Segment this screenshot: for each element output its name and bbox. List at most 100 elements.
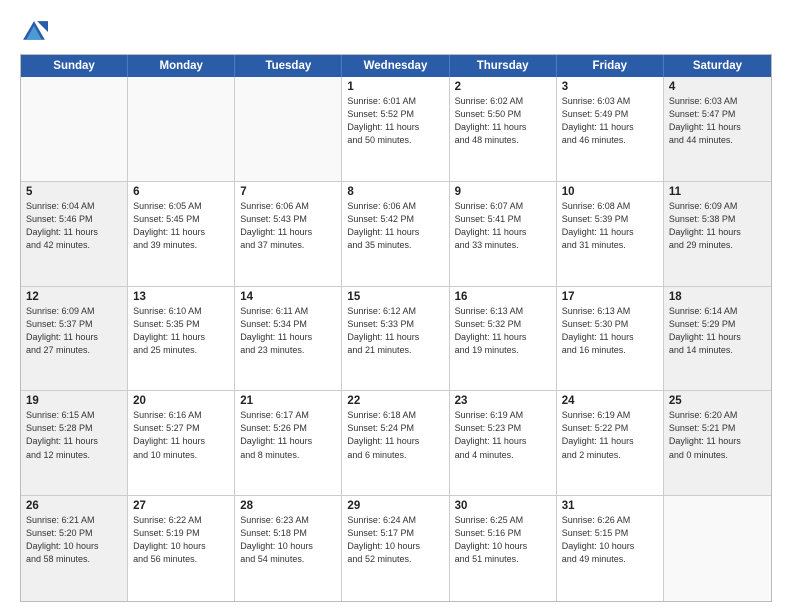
day-info: Sunrise: 6:04 AMSunset: 5:46 PMDaylight:… — [26, 200, 122, 252]
day-number: 13 — [133, 291, 229, 303]
cal-cell-17: 17 Sunrise: 6:13 AMSunset: 5:30 PMDayligh… — [557, 287, 664, 391]
day-info: Sunrise: 6:07 AMSunset: 5:41 PMDaylight:… — [455, 200, 551, 252]
cal-cell-16: 16 Sunrise: 6:13 AMSunset: 5:32 PMDayligh… — [450, 287, 557, 391]
day-info: Sunrise: 6:18 AMSunset: 5:24 PMDaylight:… — [347, 409, 443, 461]
cal-cell-14: 14 Sunrise: 6:11 AMSunset: 5:34 PMDayligh… — [235, 287, 342, 391]
day-info: Sunrise: 6:23 AMSunset: 5:18 PMDaylight:… — [240, 514, 336, 566]
day-number: 29 — [347, 500, 443, 512]
day-info: Sunrise: 6:02 AMSunset: 5:50 PMDaylight:… — [455, 95, 551, 147]
cal-cell-2: 2 Sunrise: 6:02 AMSunset: 5:50 PMDaylight… — [450, 77, 557, 181]
weekday-header-monday: Monday — [128, 55, 235, 77]
calendar-body: 1 Sunrise: 6:01 AMSunset: 5:52 PMDaylight… — [21, 77, 771, 601]
day-info: Sunrise: 6:01 AMSunset: 5:52 PMDaylight:… — [347, 95, 443, 147]
day-number: 31 — [562, 500, 658, 512]
week-row-5: 26 Sunrise: 6:21 AMSunset: 5:20 PMDayligh… — [21, 496, 771, 601]
day-number: 25 — [669, 395, 766, 407]
cal-cell-4: 4 Sunrise: 6:03 AMSunset: 5:47 PMDaylight… — [664, 77, 771, 181]
week-row-4: 19Sunrise: 6:15 AMSunset: 5:28 PMDayligh… — [21, 391, 771, 496]
day-number: 19 — [26, 395, 122, 407]
day-number: 14 — [240, 291, 336, 303]
day-info: Sunrise: 6:09 AMSunset: 5:37 PMDaylight:… — [26, 305, 122, 357]
day-info: Sunrise: 6:20 AMSunset: 5:21 PMDaylight:… — [669, 409, 766, 461]
day-info: Sunrise: 6:05 AMSunset: 5:45 PMDaylight:… — [133, 200, 229, 252]
day-info: Sunrise: 6:06 AMSunset: 5:42 PMDaylight:… — [347, 200, 443, 252]
day-number: 12 — [26, 291, 122, 303]
day-number: 17 — [562, 291, 658, 303]
cal-cell-1: 1 Sunrise: 6:01 AMSunset: 5:52 PMDaylight… — [342, 77, 449, 181]
day-info: Sunrise: 6:24 AMSunset: 5:17 PMDaylight:… — [347, 514, 443, 566]
cal-cell-empty — [21, 77, 128, 181]
cal-cell-22: 22Sunrise: 6:18 AMSunset: 5:24 PMDayligh… — [342, 391, 449, 495]
weekday-header-sunday: Sunday — [21, 55, 128, 77]
day-number: 2 — [455, 81, 551, 93]
weekday-header-saturday: Saturday — [664, 55, 771, 77]
day-number: 15 — [347, 291, 443, 303]
weekday-header-friday: Friday — [557, 55, 664, 77]
cal-cell-empty — [128, 77, 235, 181]
day-info: Sunrise: 6:19 AMSunset: 5:23 PMDaylight:… — [455, 409, 551, 461]
cal-cell-6: 6 Sunrise: 6:05 AMSunset: 5:45 PMDaylight… — [128, 182, 235, 286]
day-number: 27 — [133, 500, 229, 512]
day-info: Sunrise: 6:26 AMSunset: 5:15 PMDaylight:… — [562, 514, 658, 566]
day-info: Sunrise: 6:21 AMSunset: 5:20 PMDaylight:… — [26, 514, 122, 566]
day-info: Sunrise: 6:10 AMSunset: 5:35 PMDaylight:… — [133, 305, 229, 357]
cal-cell-29: 29 Sunrise: 6:24 AMSunset: 5:17 PMDayligh… — [342, 496, 449, 601]
cal-cell-28: 28Sunrise: 6:23 AMSunset: 5:18 PMDayligh… — [235, 496, 342, 601]
day-info: Sunrise: 6:03 AMSunset: 5:47 PMDaylight:… — [669, 95, 766, 147]
cal-cell-empty — [235, 77, 342, 181]
logo — [20, 18, 52, 46]
day-number: 21 — [240, 395, 336, 407]
day-info: Sunrise: 6:08 AMSunset: 5:39 PMDaylight:… — [562, 200, 658, 252]
day-number: 6 — [133, 186, 229, 198]
cal-cell-25: 25 Sunrise: 6:20 AMSunset: 5:21 PMDayligh… — [664, 391, 771, 495]
day-info: Sunrise: 6:25 AMSunset: 5:16 PMDaylight:… — [455, 514, 551, 566]
weekday-header-tuesday: Tuesday — [235, 55, 342, 77]
day-info: Sunrise: 6:13 AMSunset: 5:32 PMDaylight:… — [455, 305, 551, 357]
header — [20, 18, 772, 46]
week-row-1: 1 Sunrise: 6:01 AMSunset: 5:52 PMDaylight… — [21, 77, 771, 182]
cal-cell-15: 15 Sunrise: 6:12 AMSunset: 5:33 PMDayligh… — [342, 287, 449, 391]
logo-icon — [20, 18, 48, 46]
cal-cell-27: 27 Sunrise: 6:22 AMSunset: 5:19 PMDayligh… — [128, 496, 235, 601]
day-number: 11 — [669, 186, 766, 198]
calendar: SundayMondayTuesdayWednesdayThursdayFrid… — [20, 54, 772, 602]
day-number: 4 — [669, 81, 766, 93]
cal-cell-3: 3 Sunrise: 6:03 AMSunset: 5:49 PMDaylight… — [557, 77, 664, 181]
day-info: Sunrise: 6:03 AMSunset: 5:49 PMDaylight:… — [562, 95, 658, 147]
day-number: 24 — [562, 395, 658, 407]
weekday-header-thursday: Thursday — [450, 55, 557, 77]
day-number: 3 — [562, 81, 658, 93]
page: SundayMondayTuesdayWednesdayThursdayFrid… — [0, 0, 792, 612]
cal-cell-31: 31 Sunrise: 6:26 AMSunset: 5:15 PMDayligh… — [557, 496, 664, 601]
day-number: 1 — [347, 81, 443, 93]
weekday-header-wednesday: Wednesday — [342, 55, 449, 77]
day-number: 9 — [455, 186, 551, 198]
day-number: 5 — [26, 186, 122, 198]
day-info: Sunrise: 6:11 AMSunset: 5:34 PMDaylight:… — [240, 305, 336, 357]
day-info: Sunrise: 6:17 AMSunset: 5:26 PMDaylight:… — [240, 409, 336, 461]
cal-cell-19: 19Sunrise: 6:15 AMSunset: 5:28 PMDayligh… — [21, 391, 128, 495]
cal-cell-11: 11Sunrise: 6:09 AMSunset: 5:38 PMDayligh… — [664, 182, 771, 286]
cal-cell-21: 21 Sunrise: 6:17 AMSunset: 5:26 PMDayligh… — [235, 391, 342, 495]
day-number: 18 — [669, 291, 766, 303]
cal-cell-10: 10Sunrise: 6:08 AMSunset: 5:39 PMDayligh… — [557, 182, 664, 286]
cal-cell-empty — [664, 496, 771, 601]
cal-cell-24: 24Sunrise: 6:19 AMSunset: 5:22 PMDayligh… — [557, 391, 664, 495]
day-info: Sunrise: 6:06 AMSunset: 5:43 PMDaylight:… — [240, 200, 336, 252]
day-info: Sunrise: 6:13 AMSunset: 5:30 PMDaylight:… — [562, 305, 658, 357]
cal-cell-8: 8Sunrise: 6:06 AMSunset: 5:42 PMDaylight… — [342, 182, 449, 286]
cal-cell-5: 5 Sunrise: 6:04 AMSunset: 5:46 PMDaylight… — [21, 182, 128, 286]
day-number: 23 — [455, 395, 551, 407]
day-info: Sunrise: 6:12 AMSunset: 5:33 PMDaylight:… — [347, 305, 443, 357]
cal-cell-30: 30Sunrise: 6:25 AMSunset: 5:16 PMDayligh… — [450, 496, 557, 601]
calendar-header: SundayMondayTuesdayWednesdayThursdayFrid… — [21, 55, 771, 77]
cal-cell-26: 26 Sunrise: 6:21 AMSunset: 5:20 PMDayligh… — [21, 496, 128, 601]
cal-cell-23: 23 Sunrise: 6:19 AMSunset: 5:23 PMDayligh… — [450, 391, 557, 495]
day-number: 16 — [455, 291, 551, 303]
cal-cell-12: 12 Sunrise: 6:09 AMSunset: 5:37 PMDayligh… — [21, 287, 128, 391]
day-info: Sunrise: 6:22 AMSunset: 5:19 PMDaylight:… — [133, 514, 229, 566]
week-row-3: 12 Sunrise: 6:09 AMSunset: 5:37 PMDayligh… — [21, 287, 771, 392]
cal-cell-13: 13 Sunrise: 6:10 AMSunset: 5:35 PMDayligh… — [128, 287, 235, 391]
day-number: 20 — [133, 395, 229, 407]
day-number: 26 — [26, 500, 122, 512]
